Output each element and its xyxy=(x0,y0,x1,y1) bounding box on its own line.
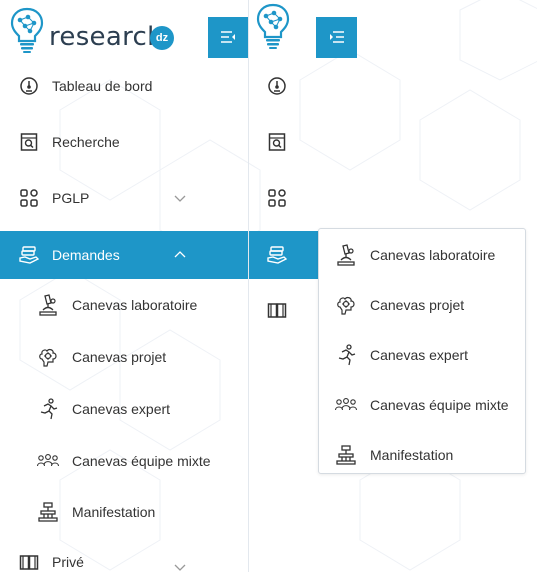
submenu-item-label: Canevas expert xyxy=(72,401,171,417)
mini-item-demandes[interactable] xyxy=(249,231,319,279)
menu-expand-icon xyxy=(330,31,344,43)
chevron-down-icon xyxy=(174,564,186,571)
sidebar-expand-button[interactable] xyxy=(316,17,357,58)
fountain-icon xyxy=(38,502,58,522)
submenu-item-canevas-laboratoire[interactable]: Canevas laboratoire xyxy=(0,279,248,331)
flyout-item-label: Canevas projet xyxy=(370,297,465,313)
fountain-icon xyxy=(336,445,356,465)
submenu-item-canevas-projet[interactable]: Canevas projet xyxy=(0,331,248,383)
flyout-item-label: Canevas laboratoire xyxy=(370,247,496,263)
sidebar-item-pglp[interactable]: PGLP xyxy=(0,174,248,222)
submenu-item-label: Canevas équipe mixte xyxy=(72,453,211,469)
sidebar-expanded: research dz Tableau de bord Recherche PG… xyxy=(0,0,249,572)
mini-item-pglp[interactable] xyxy=(249,174,319,222)
flyout-item-label: Canevas équipe mixte xyxy=(370,397,509,413)
flyout-item-canevas-equipe-mixte[interactable]: Canevas équipe mixte xyxy=(319,379,525,431)
submenu-item-label: Canevas projet xyxy=(72,349,167,365)
chevron-down-icon xyxy=(174,195,186,202)
microscope-icon xyxy=(337,244,355,266)
menu-collapse-icon xyxy=(221,31,235,43)
sidebar-item-tableau-de-bord[interactable]: Tableau de bord xyxy=(0,62,248,110)
dashboard-gauge-icon xyxy=(268,77,286,95)
brain-gear-icon xyxy=(337,296,355,315)
demandes-flyout-menu: Canevas laboratoire Canevas projet Canev… xyxy=(318,228,526,474)
hand-stack-icon xyxy=(19,246,39,264)
sidebar-item-recherche[interactable]: Recherche xyxy=(0,118,248,166)
microscope-icon xyxy=(39,294,57,316)
submenu-item-label: Manifestation xyxy=(72,504,156,520)
brand-badge: dz xyxy=(150,26,174,50)
book-icon xyxy=(267,303,287,318)
brand-name: research xyxy=(49,22,164,52)
search-document-icon xyxy=(20,133,38,151)
mini-item-prive[interactable] xyxy=(249,286,319,334)
sidebar-collapse-button[interactable] xyxy=(208,17,249,58)
sidebar-item-label: Tableau de bord xyxy=(52,78,153,94)
sidebar-item-label: Demandes xyxy=(52,247,120,263)
mini-item-tableau-de-bord[interactable] xyxy=(249,62,319,110)
submenu-item-canevas-expert[interactable]: Canevas expert xyxy=(0,383,248,435)
book-icon xyxy=(19,555,39,570)
apps-grid-icon xyxy=(20,189,38,207)
sidebar-item-label: Privé xyxy=(52,554,84,570)
search-document-icon xyxy=(268,133,286,151)
brain-gear-icon xyxy=(39,348,57,367)
submenu-item-manifestation[interactable]: Manifestation xyxy=(0,486,248,538)
flyout-item-canevas-expert[interactable]: Canevas expert xyxy=(319,329,525,381)
dashboard-gauge-icon xyxy=(20,77,38,95)
team-icon xyxy=(36,454,60,467)
runner-icon xyxy=(338,344,356,366)
flyout-item-canevas-laboratoire[interactable]: Canevas laboratoire xyxy=(319,229,525,281)
chevron-up-icon xyxy=(174,251,186,258)
submenu-item-label: Canevas laboratoire xyxy=(72,297,198,313)
flyout-item-label: Manifestation xyxy=(370,447,454,463)
sidebar-item-label: PGLP xyxy=(52,190,90,206)
mini-item-recherche[interactable] xyxy=(249,118,319,166)
sidebar-collapsed xyxy=(248,0,357,572)
flyout-item-manifestation[interactable]: Manifestation xyxy=(319,429,525,481)
lightbulb-logo-icon xyxy=(256,3,290,49)
flyout-item-label: Canevas expert xyxy=(370,347,469,363)
runner-icon xyxy=(40,398,58,420)
sidebar-item-label: Recherche xyxy=(52,134,120,150)
flyout-item-canevas-projet[interactable]: Canevas projet xyxy=(319,279,525,331)
sidebar-item-demandes[interactable]: Demandes xyxy=(0,231,248,279)
sidebar-item-prive[interactable]: Privé xyxy=(0,538,248,572)
submenu-item-canevas-equipe-mixte[interactable]: Canevas équipe mixte xyxy=(0,435,248,487)
lightbulb-logo-icon xyxy=(10,7,44,53)
apps-grid-icon xyxy=(268,189,286,207)
team-icon xyxy=(334,398,358,411)
hand-stack-icon xyxy=(267,246,287,264)
